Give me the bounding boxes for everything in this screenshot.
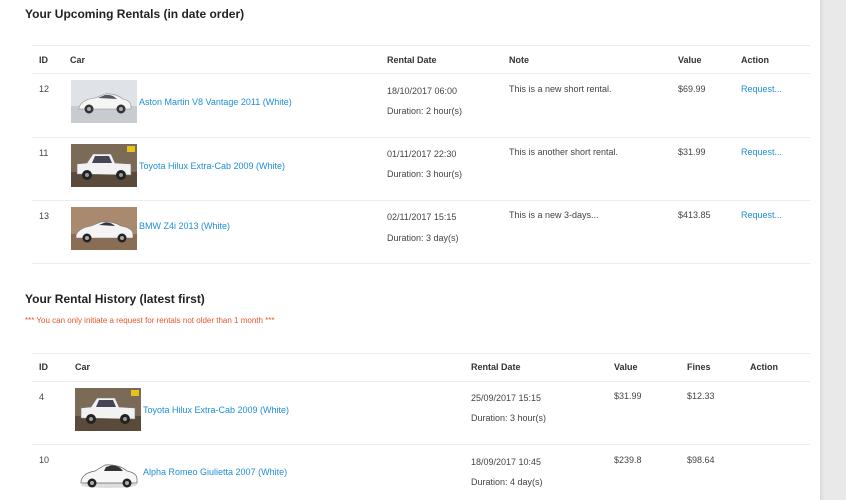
car-photo-icon (71, 144, 137, 187)
divider (32, 200, 810, 201)
rental-duration: Duration: 2 hour(s) (387, 106, 463, 116)
car-link[interactable]: BMW Z4i 2013 (White) (139, 221, 230, 231)
car-photo-icon (71, 207, 137, 250)
col-header-rental-date: Rental Date (387, 55, 437, 65)
divider (32, 45, 810, 46)
rental-note: This is another short rental. (509, 147, 619, 157)
divider (32, 353, 810, 354)
row-id: 13 (39, 211, 50, 221)
col-header-value: Value (614, 362, 638, 372)
rental-duration: Duration: 3 hour(s) (471, 413, 547, 423)
rentals-panel: Your Upcoming Rentals (in date order) ID… (0, 0, 821, 500)
request-link[interactable]: Request... (741, 147, 782, 157)
rental-value: $239.8 (614, 455, 642, 465)
history-title: Your Rental History (latest first) (25, 292, 205, 306)
divider (32, 263, 810, 264)
rental-value: $31.99 (614, 391, 642, 401)
col-header-note: Note (509, 55, 529, 65)
car-photo-icon (75, 451, 141, 494)
rental-value: $69.99 (678, 84, 706, 94)
divider (32, 444, 810, 445)
col-header-car: Car (70, 55, 86, 65)
car-photo-icon (75, 388, 141, 431)
divider (32, 73, 810, 74)
row-id: 10 (39, 455, 50, 465)
divider (32, 381, 810, 382)
col-header-car: Car (75, 362, 91, 372)
col-header-action: Action (741, 55, 769, 65)
rental-date: 18/09/2017 10:45 (471, 457, 542, 467)
rental-value: $413.85 (678, 210, 711, 220)
rental-duration: Duration: 4 day(s) (471, 477, 543, 487)
request-link[interactable]: Request... (741, 84, 782, 94)
col-header-rental-date: Rental Date (471, 362, 521, 372)
col-header-value: Value (678, 55, 702, 65)
rental-note: This is a new 3-days... (509, 210, 599, 220)
rental-duration: Duration: 3 hour(s) (387, 169, 463, 179)
rental-duration: Duration: 3 day(s) (387, 233, 459, 243)
rental-date: 18/10/2017 06:00 (387, 86, 458, 96)
car-link[interactable]: Toyota Hilux Extra-Cab 2009 (White) (143, 405, 289, 415)
car-link[interactable]: Alpha Romeo Giulietta 2007 (White) (143, 467, 287, 477)
row-id: 11 (39, 148, 49, 158)
request-link[interactable]: Request... (741, 210, 782, 220)
rental-date: 01/11/2017 22:30 (387, 149, 457, 159)
col-header-fines: Fines (687, 362, 711, 372)
car-photo-icon (71, 80, 137, 123)
row-id: 12 (39, 84, 50, 94)
col-header-action: Action (750, 362, 778, 372)
upcoming-title: Your Upcoming Rentals (in date order) (25, 7, 245, 21)
rental-note: This is a new short rental. (509, 84, 612, 94)
rental-date: 02/11/2017 15:15 (387, 212, 457, 222)
car-link[interactable]: Aston Martin V8 Vantage 2011 (White) (139, 97, 292, 107)
car-link[interactable]: Toyota Hilux Extra-Cab 2009 (White) (139, 161, 285, 171)
row-id: 4 (39, 392, 45, 402)
rental-value: $31.99 (678, 147, 706, 157)
rental-date: 25/09/2017 15:15 (471, 393, 542, 403)
history-warning: *** You can only initiate a request for … (25, 316, 275, 325)
rental-fines: $12.33 (687, 391, 715, 401)
col-header-id: ID (39, 55, 48, 65)
rental-fines: $98.64 (687, 455, 715, 465)
col-header-id: ID (39, 362, 48, 372)
divider (32, 137, 810, 138)
